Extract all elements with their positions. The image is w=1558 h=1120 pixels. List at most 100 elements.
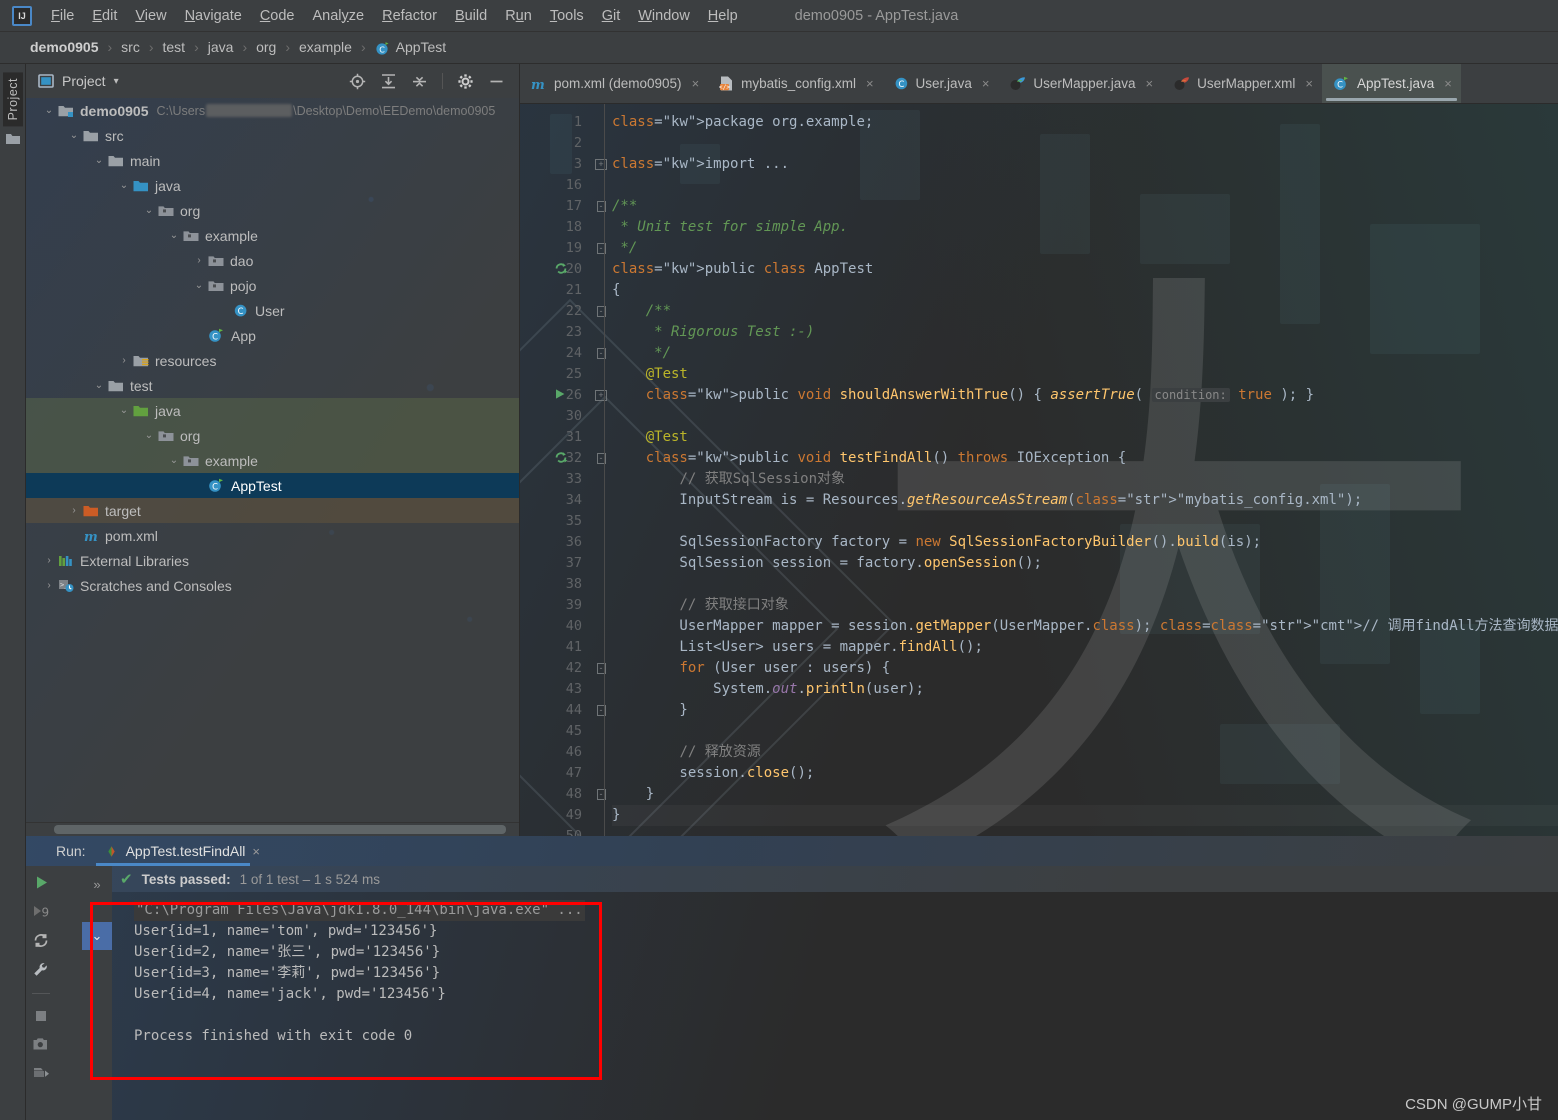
gutter-line-49[interactable]: 49 bbox=[520, 805, 590, 826]
stop-icon[interactable] bbox=[33, 1008, 49, 1024]
tree-node-example[interactable]: ⌄ example bbox=[26, 448, 519, 473]
test-recursive-run-icon[interactable] bbox=[554, 451, 568, 464]
gutter-line-48[interactable]: 48 bbox=[520, 784, 590, 805]
code-line-48[interactable]: } bbox=[612, 784, 1558, 805]
gutter-line-25[interactable]: 25 bbox=[520, 364, 590, 385]
code-line-19[interactable]: */ bbox=[612, 238, 1558, 259]
code-line-34[interactable]: InputStream is = Resources.getResourceAs… bbox=[612, 490, 1558, 511]
gutter-line-30[interactable]: 30 bbox=[520, 406, 590, 427]
fold-marker-19[interactable]: - bbox=[590, 238, 612, 259]
code-line-33[interactable]: // 获取SqlSession对象 bbox=[612, 469, 1558, 490]
gutter-line-1[interactable]: 1 bbox=[520, 112, 590, 133]
gutter-line-2[interactable]: 2 bbox=[520, 133, 590, 154]
tree-node-org[interactable]: ⌄ org bbox=[26, 198, 519, 223]
tree-node-src[interactable]: ⌄ src bbox=[26, 123, 519, 148]
gutter-line-16[interactable]: 16 bbox=[520, 175, 590, 196]
code-line-20[interactable]: class="kw">public class AppTest bbox=[612, 259, 1558, 280]
menu-item-edit[interactable]: Edit bbox=[83, 4, 126, 28]
gutter-line-36[interactable]: 36 bbox=[520, 532, 590, 553]
gutter-line-31[interactable]: 31 bbox=[520, 427, 590, 448]
rerun-failed-icon[interactable]: 9 bbox=[32, 903, 51, 920]
gutter-line-35[interactable]: 35 bbox=[520, 511, 590, 532]
code-line-16[interactable] bbox=[612, 175, 1558, 196]
tree-node-target[interactable]: › target bbox=[26, 498, 519, 523]
tree-node-user[interactable]: C User bbox=[26, 298, 519, 323]
menu-item-analyze[interactable]: Analyze bbox=[304, 4, 374, 28]
editor-tab-mybatis-config.xml[interactable]: </> mybatis_config.xml × bbox=[708, 64, 882, 103]
locate-icon[interactable] bbox=[349, 73, 366, 90]
chevron-down-icon[interactable]: ⌄ bbox=[165, 455, 183, 466]
code-line-50[interactable] bbox=[612, 826, 1558, 836]
gutter-line-44[interactable]: 44 bbox=[520, 700, 590, 721]
close-icon[interactable]: × bbox=[982, 76, 990, 91]
collapse-all-icon[interactable] bbox=[411, 73, 428, 90]
breadcrumb-item-example[interactable]: example bbox=[299, 39, 352, 55]
tree-node-resources[interactable]: › resources bbox=[26, 348, 519, 373]
gutter-line-42[interactable]: 42 bbox=[520, 658, 590, 679]
menu-item-file[interactable]: File bbox=[42, 4, 83, 28]
code-line-39[interactable]: // 获取接口对象 bbox=[612, 595, 1558, 616]
gear-icon[interactable] bbox=[457, 73, 474, 90]
project-tree-hscrollbar[interactable] bbox=[26, 822, 519, 836]
code-line-38[interactable] bbox=[612, 574, 1558, 595]
breadcrumb[interactable]: demo0905 › src › test › java › org › example › C AppT… bbox=[0, 32, 1558, 64]
code-line-46[interactable]: // 释放资源 bbox=[612, 742, 1558, 763]
export-icon[interactable] bbox=[32, 1064, 51, 1081]
menu-item-window[interactable]: Window bbox=[629, 4, 699, 28]
code-line-37[interactable]: SqlSession session = factory.openSession… bbox=[612, 553, 1558, 574]
gutter-line-47[interactable]: 47 bbox=[520, 763, 590, 784]
hide-window-icon[interactable] bbox=[488, 73, 505, 90]
gutter-line-43[interactable]: 43 bbox=[520, 679, 590, 700]
code-line-47[interactable]: session.close(); bbox=[612, 763, 1558, 784]
code-line-43[interactable]: System.out.println(user); bbox=[612, 679, 1558, 700]
close-icon[interactable]: × bbox=[252, 844, 260, 859]
gutter-line-19[interactable]: 19 bbox=[520, 238, 590, 259]
code-line-49[interactable]: } bbox=[612, 805, 1558, 826]
menu-item-git[interactable]: Git bbox=[593, 4, 630, 28]
chevron-right-icon[interactable]: › bbox=[115, 355, 133, 366]
fold-marker-48[interactable]: - bbox=[590, 784, 612, 805]
tree-node-scratches-and-consoles[interactable]: › >_ Scratches and Consoles bbox=[26, 573, 519, 598]
close-icon[interactable]: × bbox=[1444, 76, 1452, 91]
menu-item-view[interactable]: View bbox=[126, 4, 175, 28]
breadcrumb-item-apptest[interactable]: C AppTest bbox=[375, 39, 446, 56]
editor-tab-pom.xml-demo0905-[interactable]: m pom.xml (demo0905) × bbox=[520, 64, 708, 103]
gutter-line-40[interactable]: 40 bbox=[520, 616, 590, 637]
gutter-line-50[interactable]: 50 bbox=[520, 826, 590, 836]
code-line-2[interactable] bbox=[612, 133, 1558, 154]
close-icon[interactable]: × bbox=[692, 76, 700, 91]
code-line-36[interactable]: SqlSessionFactory factory = new SqlSessi… bbox=[612, 532, 1558, 553]
menu-item-help[interactable]: Help bbox=[699, 4, 747, 28]
menu-item-refactor[interactable]: Refactor bbox=[373, 4, 446, 28]
menu-item-tools[interactable]: Tools bbox=[541, 4, 593, 28]
editor-tab-usermapper.java[interactable]: UserMapper.java × bbox=[998, 64, 1162, 103]
tree-node-java[interactable]: ⌄ java bbox=[26, 398, 519, 423]
editor-tab-user.java[interactable]: C User.java × bbox=[883, 64, 999, 103]
chevron-down-icon[interactable]: ⌄ bbox=[65, 130, 83, 141]
gutter-line-17[interactable]: 17 bbox=[520, 196, 590, 217]
chevron-down-icon[interactable]: ▾ bbox=[114, 76, 119, 87]
menu-item-run[interactable]: Run bbox=[496, 4, 541, 28]
code-line-35[interactable] bbox=[612, 511, 1558, 532]
breadcrumb-item-org[interactable]: org bbox=[256, 39, 276, 55]
editor-tab-bar[interactable]: m pom.xml (demo0905) × </> mybatis_config.xm… bbox=[520, 64, 1558, 104]
tool-window-button-project[interactable]: Project bbox=[2, 72, 23, 127]
console-output[interactable]: "C:\Program Files\Java\jdk1.8.0_144\bin\… bbox=[112, 892, 1558, 1120]
settings-wrench-icon[interactable] bbox=[32, 961, 50, 979]
code-line-21[interactable]: { bbox=[612, 280, 1558, 301]
tree-node-demo0905[interactable]: ⌄ demo0905 C:\Users \Desktop\Demo\EEDemo\de… bbox=[26, 98, 519, 123]
editor-tab-usermapper.xml[interactable]: UserMapper.xml × bbox=[1162, 64, 1322, 103]
chevron-down-icon[interactable]: ⌄ bbox=[165, 230, 183, 241]
tree-node-pom-xml[interactable]: m pom.xml bbox=[26, 523, 519, 548]
chevron-down-icon[interactable]: ⌄ bbox=[190, 280, 208, 291]
editor-source-text[interactable]: class="kw">package org.example; class="k… bbox=[612, 104, 1558, 836]
tree-node-main[interactable]: ⌄ main bbox=[26, 148, 519, 173]
tree-node-dao[interactable]: › dao bbox=[26, 248, 519, 273]
menu-item-build[interactable]: Build bbox=[446, 4, 496, 28]
fold-marker-32[interactable]: - bbox=[590, 448, 612, 469]
gutter-line-33[interactable]: 33 bbox=[520, 469, 590, 490]
gutter-line-32[interactable]: 32 bbox=[520, 448, 590, 469]
chevron-down-icon[interactable]: ⌄ bbox=[140, 205, 158, 216]
tree-node-java[interactable]: ⌄ java bbox=[26, 173, 519, 198]
gutter-line-34[interactable]: 34 bbox=[520, 490, 590, 511]
